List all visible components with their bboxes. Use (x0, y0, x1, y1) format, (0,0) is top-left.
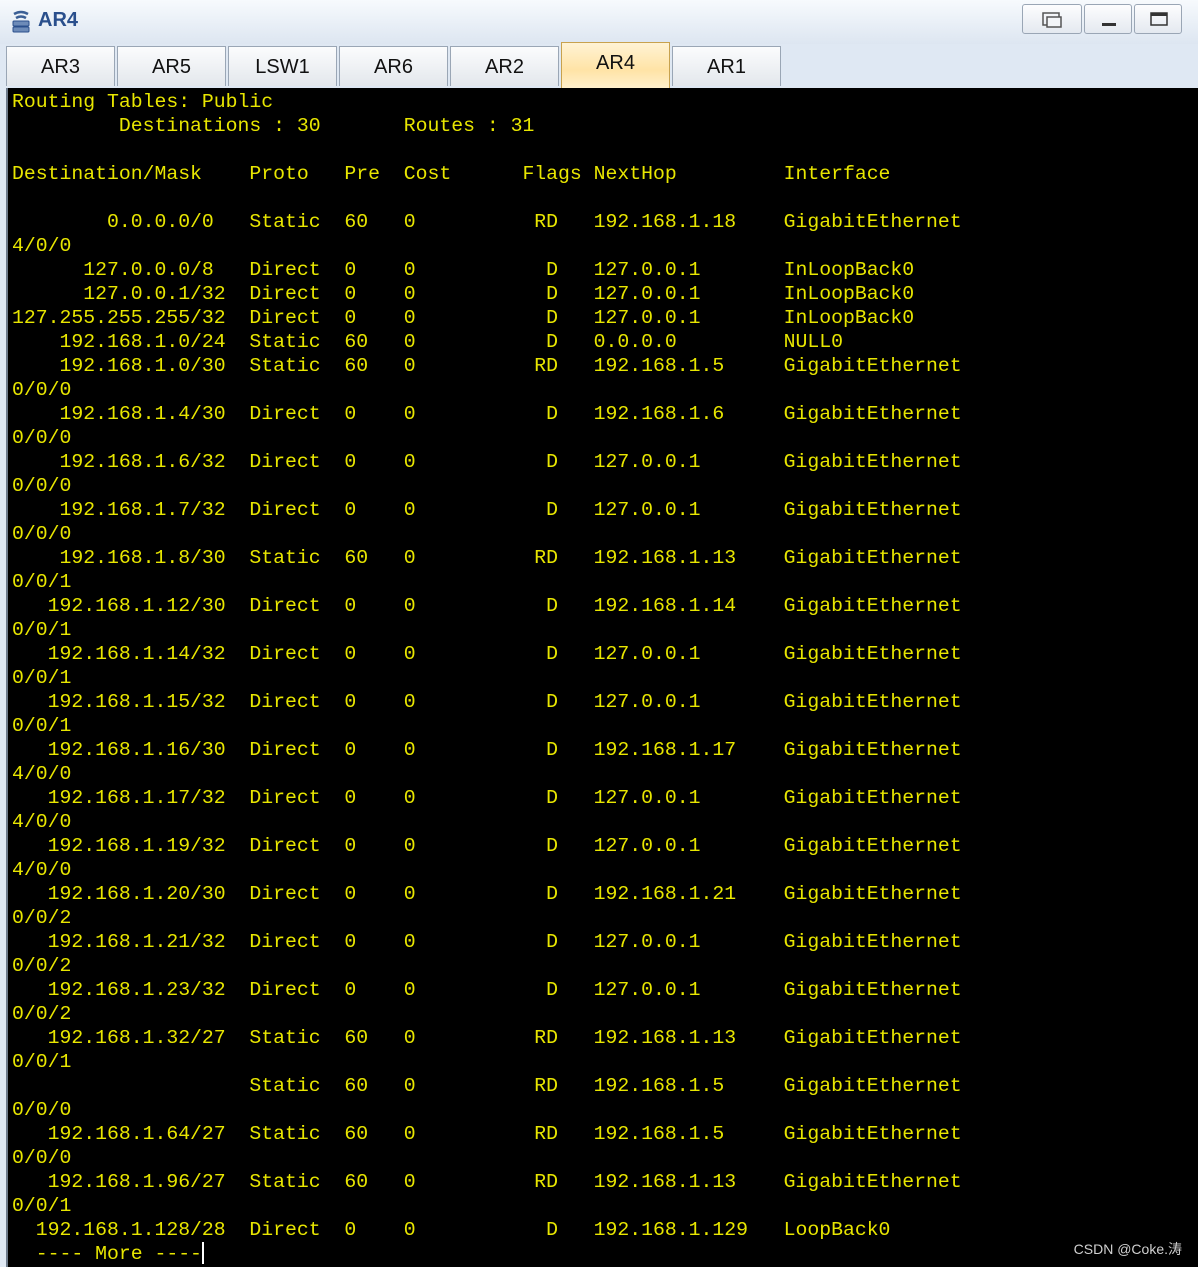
terminal-line: 192.168.1.12/30 Direct 0 0 D 192.168.1.1… (12, 595, 962, 617)
more-prompt-text: ---- More ---- (12, 1243, 202, 1265)
terminal-console[interactable]: Routing Tables: Public Destinations : 30… (6, 88, 1198, 1267)
terminal-line: 192.168.1.8/30 Static 60 0 RD 192.168.1.… (12, 547, 962, 569)
device-tab-bar: AR3 AR5 LSW1 AR6 AR2 AR4 AR1 (0, 42, 1198, 88)
ar4-console-window: AR4 AR3 AR5 LSW1 AR6 AR2 AR4 AR1 Routing… (0, 0, 1198, 1267)
terminal-line: 192.168.1.0/24 Static 60 0 D 0.0.0.0 NUL… (12, 331, 843, 353)
terminal-line: 0/0/0 (12, 475, 72, 497)
terminal-line: 192.168.1.7/32 Direct 0 0 D 127.0.0.1 Gi… (12, 499, 962, 521)
watermark: CSDN @Coke.涛 (1073, 1241, 1182, 1257)
terminal-line: 4/0/0 (12, 235, 72, 257)
terminal-line: 0/0/1 (12, 667, 72, 689)
terminal-line: 192.168.1.128/28 Direct 0 0 D 192.168.1.… (12, 1219, 891, 1241)
terminal-line: 0.0.0.0/0 Static 60 0 RD 192.168.1.18 Gi… (12, 211, 962, 233)
text-cursor (201, 1242, 204, 1264)
tab-lsw1[interactable]: LSW1 (228, 46, 337, 86)
tab-ar1[interactable]: AR1 (672, 46, 781, 86)
terminal-line: 127.0.0.1/32 Direct 0 0 D 127.0.0.1 InLo… (12, 283, 915, 305)
tab-ar3[interactable]: AR3 (6, 46, 115, 86)
restore-window-button[interactable] (1022, 4, 1082, 34)
terminal-line: Destinations : 30 Routes : 31 (12, 115, 535, 137)
window-title: AR4 (38, 9, 79, 31)
terminal-line: 192.168.1.16/30 Direct 0 0 D 192.168.1.1… (12, 739, 962, 761)
terminal-line: 192.168.1.19/32 Direct 0 0 D 127.0.0.1 G… (12, 835, 962, 857)
terminal-line: 4/0/0 (12, 859, 72, 881)
terminal-line: 192.168.1.20/30 Direct 0 0 D 192.168.1.2… (12, 883, 962, 905)
terminal-line: 192.168.1.15/32 Direct 0 0 D 127.0.0.1 G… (12, 691, 962, 713)
maximize-button[interactable] (1134, 4, 1182, 34)
minimize-icon (1102, 23, 1116, 26)
terminal-line: 192.168.1.32/27 Static 60 0 RD 192.168.1… (12, 1027, 962, 1049)
tab-ar4[interactable]: AR4 (561, 42, 670, 88)
tab-ar2[interactable]: AR2 (450, 46, 559, 86)
terminal-line: 0/0/1 (12, 1195, 72, 1217)
terminal-line: 4/0/0 (12, 811, 72, 833)
terminal-line: 0/0/0 (12, 1147, 72, 1169)
terminal-line: 0/0/1 (12, 619, 72, 641)
terminal-line: 0/0/1 (12, 1051, 72, 1073)
more-prompt: ---- More ---- (12, 1242, 962, 1266)
terminal-line: Static 60 0 RD 192.168.1.5 GigabitEthern… (12, 1075, 962, 1097)
terminal-line: 0/0/0 (12, 427, 72, 449)
terminal-line: 192.168.1.17/32 Direct 0 0 D 127.0.0.1 G… (12, 787, 962, 809)
terminal-line: 0/0/1 (12, 715, 72, 737)
maximize-icon (1150, 12, 1168, 26)
terminal-line: 192.168.1.6/32 Direct 0 0 D 127.0.0.1 Gi… (12, 451, 962, 473)
terminal-line: 192.168.1.21/32 Direct 0 0 D 127.0.0.1 G… (12, 931, 962, 953)
tab-ar5[interactable]: AR5 (117, 46, 226, 86)
tab-ar6[interactable]: AR6 (339, 46, 448, 86)
terminal-line: Routing Tables: Public (12, 91, 274, 113)
restore-icon (1042, 12, 1062, 28)
minimize-button[interactable] (1084, 4, 1132, 34)
terminal-line: 0/0/2 (12, 955, 72, 977)
terminal-line: 0/0/2 (12, 1003, 72, 1025)
routing-table-output: Routing Tables: Public Destinations : 30… (12, 90, 962, 1266)
terminal-line: 0/0/0 (12, 523, 72, 545)
terminal-line: 192.168.1.14/32 Direct 0 0 D 127.0.0.1 G… (12, 643, 962, 665)
terminal-line: 0/0/0 (12, 1099, 72, 1121)
router-icon (12, 10, 30, 33)
terminal-line: 192.168.1.23/32 Direct 0 0 D 127.0.0.1 G… (12, 979, 962, 1001)
title-bar[interactable]: AR4 (0, 0, 1198, 44)
terminal-line: 4/0/0 (12, 763, 72, 785)
terminal-line: 127.0.0.0/8 Direct 0 0 D 127.0.0.1 InLoo… (12, 259, 915, 281)
terminal-line: 192.168.1.64/27 Static 60 0 RD 192.168.1… (12, 1123, 962, 1145)
terminal-line: 127.255.255.255/32 Direct 0 0 D 127.0.0.… (12, 307, 915, 329)
terminal-line: 192.168.1.4/30 Direct 0 0 D 192.168.1.6 … (12, 403, 962, 425)
terminal-line: 0/0/0 (12, 379, 72, 401)
terminal-line: 0/0/2 (12, 907, 72, 929)
terminal-line: 0/0/1 (12, 571, 72, 593)
terminal-line: 192.168.1.0/30 Static 60 0 RD 192.168.1.… (12, 355, 962, 377)
terminal-line: Destination/Mask Proto Pre Cost Flags Ne… (12, 163, 891, 185)
terminal-line: 192.168.1.96/27 Static 60 0 RD 192.168.1… (12, 1171, 962, 1193)
